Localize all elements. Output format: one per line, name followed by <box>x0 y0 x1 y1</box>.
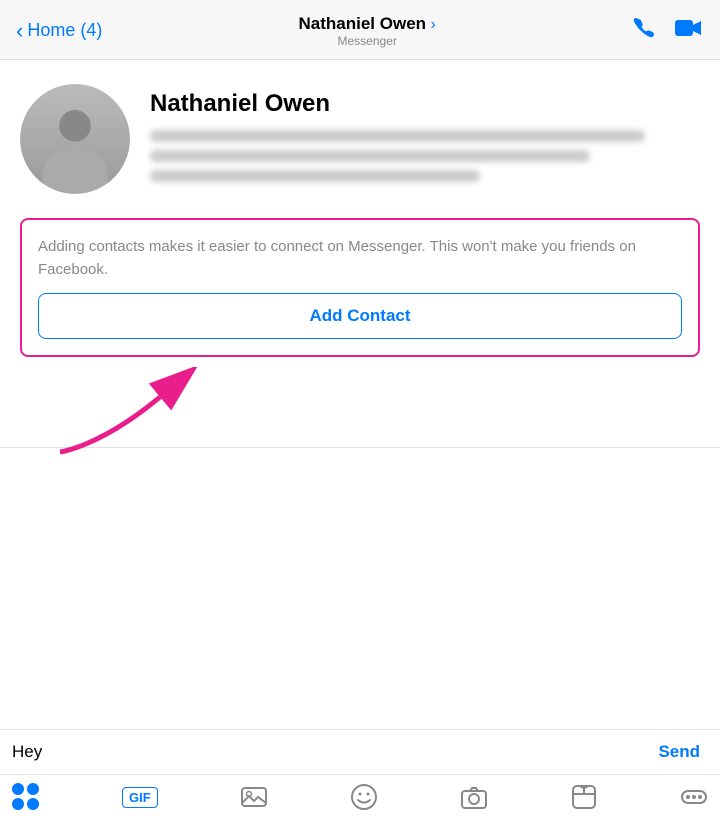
add-contact-button[interactable]: Add Contact <box>38 293 682 339</box>
back-label: Home (4) <box>27 20 102 41</box>
input-area: Send GIF <box>0 729 720 831</box>
nav-actions <box>632 15 704 47</box>
phone-icon[interactable] <box>632 15 658 47</box>
profile-section: Nathaniel Owen <box>0 60 720 210</box>
arrow-annotation <box>0 367 720 447</box>
nav-name-text: Nathaniel Owen <box>299 14 427 33</box>
video-icon[interactable] <box>674 17 704 45</box>
contact-box-description: Adding contacts makes it easier to conne… <box>38 236 682 281</box>
nav-chevron-icon: › <box>431 16 436 33</box>
nav-subtitle: Messenger <box>299 34 436 48</box>
avatar <box>20 84 130 194</box>
profile-detail-2 <box>150 150 590 162</box>
text-input-row: Send <box>0 730 720 775</box>
toolbar-row: GIF <box>0 775 720 831</box>
gif-button[interactable]: GIF <box>122 787 158 808</box>
avatar-image <box>20 84 130 194</box>
camera-button[interactable] <box>460 783 488 811</box>
profile-detail-1 <box>150 130 645 142</box>
back-chevron-icon: ‹ <box>16 18 23 44</box>
people-icon-button[interactable] <box>12 783 40 811</box>
nav-title[interactable]: Nathaniel Owen › Messenger <box>299 14 436 48</box>
contact-box: Adding contacts makes it easier to conne… <box>20 218 700 357</box>
profile-info: Nathaniel Owen <box>150 84 700 194</box>
send-button[interactable]: Send <box>650 738 708 766</box>
contact-box-container: Adding contacts makes it easier to conne… <box>0 218 720 357</box>
profile-name: Nathaniel Owen <box>150 90 700 118</box>
more-button[interactable] <box>680 783 708 811</box>
profile-detail-3 <box>150 170 480 182</box>
photo-button[interactable] <box>240 783 268 811</box>
back-button[interactable]: ‹ Home (4) <box>16 18 102 44</box>
emoji-button[interactable] <box>350 783 378 811</box>
annotation-arrow <box>40 367 240 457</box>
nav-contact-name: Nathaniel Owen › <box>299 14 436 34</box>
navigation-bar: ‹ Home (4) Nathaniel Owen › Messenger <box>0 0 720 60</box>
message-input[interactable] <box>12 742 642 762</box>
sticker-button[interactable] <box>570 783 598 811</box>
